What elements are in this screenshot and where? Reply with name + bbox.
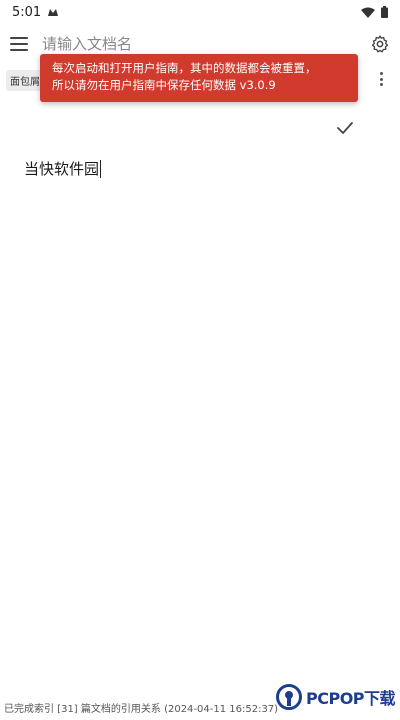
- pcpop-logo-icon: [276, 684, 302, 710]
- text-caret: [100, 159, 102, 178]
- footer-status: 已完成索引 [31] 篇文档的引用关系 (2024-04-11 16:52:37…: [4, 704, 279, 715]
- toast-line-1: 每次启动和打开用户指南，其中的数据都会被重置，: [52, 61, 317, 75]
- gear-icon[interactable]: [370, 34, 390, 54]
- check-icon[interactable]: [336, 120, 354, 136]
- tab-breadcrumb[interactable]: 面包屑: [6, 69, 44, 91]
- toast-line-2: 所以请勿在用户指南中保存任何数据 v3.0.9: [52, 78, 276, 92]
- wifi-icon: [361, 7, 375, 18]
- editor-area[interactable]: 当快软件园: [24, 158, 102, 179]
- status-right: [361, 6, 388, 18]
- battery-icon: [381, 6, 388, 18]
- editor-text: 当快软件园: [24, 160, 100, 178]
- search-input[interactable]: [40, 34, 370, 54]
- notification-icon: [48, 9, 59, 16]
- menu-icon[interactable]: [10, 37, 28, 51]
- more-options-icon[interactable]: [380, 72, 384, 86]
- status-time: 5:01: [12, 4, 42, 20]
- status-left: 5:01: [12, 5, 59, 20]
- watermark-logo: PCPOP下载: [276, 684, 396, 710]
- toast-notification: 每次启动和打开用户指南，其中的数据都会被重置， 所以请勿在用户指南中保存任何数据…: [40, 54, 358, 102]
- status-bar: 5:01: [0, 0, 400, 24]
- watermark-text: PCPOP下载: [306, 689, 396, 708]
